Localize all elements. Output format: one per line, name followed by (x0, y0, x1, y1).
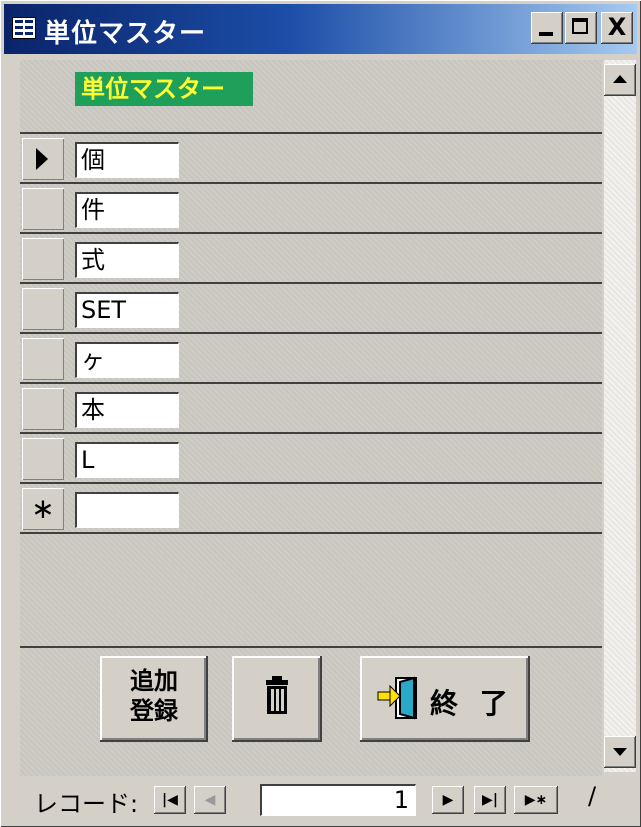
unit-field[interactable]: ヶ (75, 342, 179, 378)
delete-button[interactable] (232, 656, 322, 742)
unit-field-new[interactable] (75, 492, 179, 528)
first-record-button[interactable]: |◀ (154, 786, 186, 814)
row-divider (20, 532, 602, 534)
unit-field[interactable]: 本 (75, 392, 179, 428)
footer-divider (20, 646, 602, 648)
record-row[interactable]: 式 (20, 234, 602, 282)
record-navigation-bar: レコード: |◀ ◀ 1 ▶ ▶| ▶∗ / (20, 776, 636, 822)
record-label: レコード: (34, 790, 139, 818)
add-button-label-line2: 登録 (130, 697, 178, 725)
new-record-row[interactable]: ∗ (20, 484, 602, 532)
record-selector[interactable] (22, 338, 64, 380)
close-button[interactable]: X (601, 12, 633, 44)
trash-icon (266, 676, 288, 714)
unit-field[interactable]: L (75, 442, 179, 478)
unit-field[interactable]: 式 (75, 242, 179, 278)
last-record-button[interactable]: ▶| (474, 786, 506, 814)
current-record-arrow-icon (36, 148, 48, 170)
title-bar[interactable]: 単位マスター X (4, 4, 637, 54)
add-button-label-line1: 追加 (130, 667, 178, 695)
record-row[interactable]: 件 (20, 184, 602, 232)
form-header-label: 単位マスター (75, 72, 253, 106)
scroll-up-arrow-icon (613, 75, 627, 83)
record-selector-current[interactable] (22, 138, 64, 180)
window-title: 単位マスター (44, 19, 207, 49)
record-row[interactable]: 本 (20, 384, 602, 432)
form-icon[interactable] (12, 17, 36, 39)
record-number-input[interactable]: 1 (260, 784, 416, 816)
scroll-down-arrow-icon (613, 748, 627, 756)
record-row[interactable]: L (20, 434, 602, 482)
unit-field[interactable]: SET (75, 292, 179, 328)
minimize-icon (539, 32, 553, 36)
record-count-separator: / (588, 782, 597, 810)
record-row[interactable]: ヶ (20, 334, 602, 382)
close-icon: X (607, 13, 627, 41)
unit-field[interactable]: 個 (75, 142, 179, 178)
scroll-down-button[interactable] (604, 736, 636, 768)
exit-button[interactable]: 終 了 (360, 656, 530, 742)
record-selector[interactable] (22, 438, 64, 480)
previous-record-button[interactable]: ◀ (194, 786, 226, 814)
record-selector-new[interactable]: ∗ (22, 488, 64, 530)
new-record-icon: ∗ (31, 492, 55, 525)
new-record-button[interactable]: ▶∗ (514, 786, 558, 814)
exit-door-icon (377, 676, 417, 720)
access-form-window: 単位マスター X 単位マスター 個 件 式 SET ヶ 本 L ∗ 追加 登録 … (0, 0, 641, 827)
vertical-scrollbar[interactable] (604, 60, 636, 772)
scroll-up-button[interactable] (604, 64, 636, 96)
maximize-icon (572, 18, 588, 34)
next-record-button[interactable]: ▶ (432, 786, 464, 814)
add-register-button[interactable]: 追加 登録 (100, 656, 208, 742)
record-selector[interactable] (22, 188, 64, 230)
form-body: 単位マスター 個 件 式 SET ヶ 本 L ∗ 追加 登録 終 了 (20, 60, 602, 790)
record-selector[interactable] (22, 238, 64, 280)
record-selector[interactable] (22, 388, 64, 430)
record-row[interactable]: 個 (20, 134, 602, 182)
record-selector[interactable] (22, 288, 64, 330)
exit-button-label: 終 了 (430, 687, 514, 720)
minimize-button[interactable] (531, 12, 563, 44)
maximize-button[interactable] (565, 12, 597, 44)
unit-field[interactable]: 件 (75, 192, 179, 228)
record-row[interactable]: SET (20, 284, 602, 332)
